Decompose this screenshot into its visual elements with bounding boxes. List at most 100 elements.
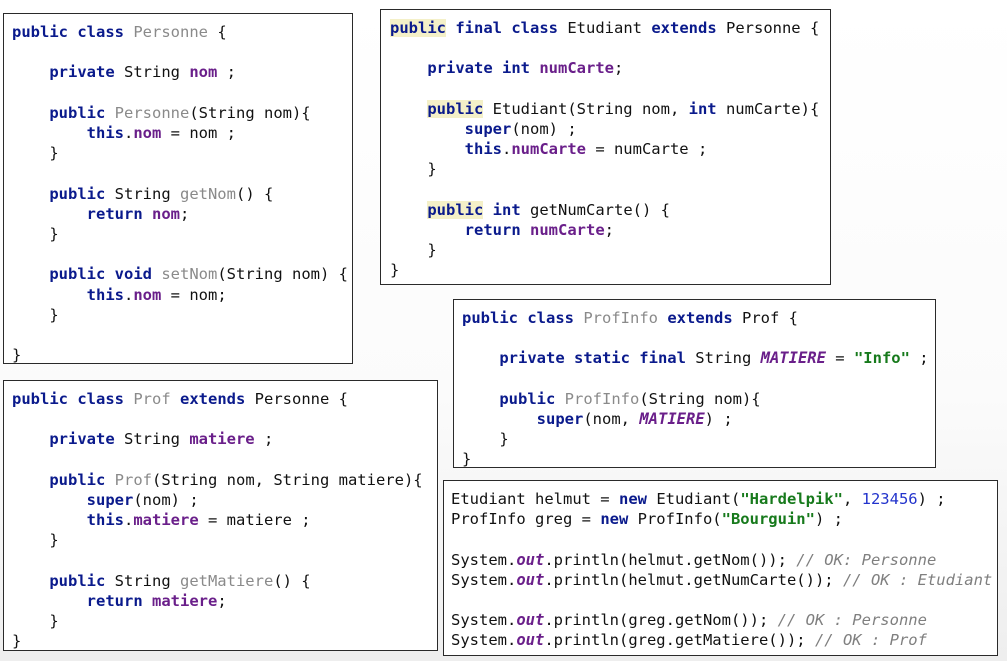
code-token: Etudiant bbox=[558, 19, 652, 37]
code-token: return bbox=[86, 204, 143, 223]
code-token: public class bbox=[462, 309, 574, 327]
code-token: final class bbox=[455, 19, 558, 37]
code-line: this.nom = nom; bbox=[12, 286, 227, 304]
code-token: return bbox=[464, 221, 521, 240]
code-line: private int numCarte; bbox=[390, 59, 623, 77]
code-token: this bbox=[464, 140, 502, 159]
code-line: } bbox=[390, 241, 437, 260]
code-panel-main: Etudiant helmut = new Etudiant("Hardelpi… bbox=[443, 480, 998, 656]
code-token: public bbox=[390, 19, 446, 37]
code-main: Etudiant helmut = new Etudiant("Hardelpi… bbox=[451, 489, 997, 651]
code-token: numCarte bbox=[511, 140, 586, 159]
code-token: String bbox=[114, 430, 190, 449]
code-token: = nom ; bbox=[161, 124, 236, 143]
code-token: ; bbox=[180, 204, 190, 223]
code-token: .println(greg.getNom()); bbox=[544, 611, 778, 630]
code-token: "Hardelpik" bbox=[740, 490, 843, 508]
code-prof: public class Prof extends Personne { pri… bbox=[12, 389, 437, 652]
code-token: ) ; bbox=[814, 510, 843, 529]
code-token: . bbox=[501, 140, 512, 159]
code-token: . bbox=[123, 124, 134, 143]
code-line: } bbox=[12, 305, 59, 324]
code-line: this.numCarte = numCarte ; bbox=[390, 140, 708, 159]
code-token: System. bbox=[451, 570, 517, 589]
code-line: return nom; bbox=[12, 204, 190, 223]
code-token: extends bbox=[667, 309, 733, 327]
code-token: (String nom, String matiere){ bbox=[152, 470, 423, 489]
code-token: () { bbox=[273, 571, 311, 590]
code-token: ProfInfo bbox=[583, 309, 658, 327]
code-line: return matiere; bbox=[12, 592, 227, 610]
code-line: private String matiere ; bbox=[12, 430, 273, 448]
code-line: } bbox=[12, 144, 58, 162]
code-token: = nom; bbox=[161, 285, 227, 304]
code-line: public class Prof extends Personne { bbox=[12, 390, 348, 408]
code-token: (String nom) { bbox=[217, 265, 348, 284]
code-token: ; bbox=[613, 59, 624, 78]
code-token: out bbox=[516, 570, 545, 589]
code-line: super(nom) ; bbox=[390, 120, 577, 138]
code-token: ) ; bbox=[704, 410, 733, 429]
code-token: getNumCarte() { bbox=[520, 200, 670, 219]
code-token: } bbox=[390, 160, 437, 179]
code-token: // OK : Prof bbox=[814, 631, 927, 650]
code-token: Etudiant( bbox=[646, 490, 741, 508]
code-token: matiere bbox=[189, 430, 255, 449]
code-token: super bbox=[464, 120, 512, 139]
code-token: 123456 bbox=[861, 490, 918, 508]
code-token: (nom, bbox=[583, 410, 640, 429]
code-token: ProfInfo greg = bbox=[451, 510, 601, 529]
code-token: public bbox=[49, 103, 106, 122]
code-token: public bbox=[499, 389, 556, 408]
code-token: } bbox=[390, 241, 437, 260]
code-token: = numCarte ; bbox=[585, 140, 708, 159]
code-token: setNom bbox=[161, 265, 218, 284]
code-token: MATIERE bbox=[760, 349, 826, 368]
code-line: public String getNom() { bbox=[12, 185, 273, 203]
code-token: . bbox=[123, 285, 134, 304]
code-token: public bbox=[49, 184, 106, 203]
code-profinfo: public class ProfInfo extends Prof { pri… bbox=[462, 308, 935, 470]
code-token: } bbox=[12, 305, 59, 324]
code-line: ProfInfo greg = new ProfInfo("Bourguin")… bbox=[451, 510, 843, 528]
code-token: Personne bbox=[114, 103, 190, 122]
code-token: nom bbox=[133, 124, 162, 143]
code-token: nom bbox=[189, 63, 218, 82]
code-line: public Prof(String nom, String matiere){ bbox=[12, 470, 423, 489]
code-line: public Personne(String nom){ bbox=[12, 103, 310, 122]
code-line: return numCarte; bbox=[390, 221, 614, 239]
code-line: } bbox=[390, 261, 399, 279]
code-token: MATIERE bbox=[639, 410, 705, 429]
code-line: } bbox=[390, 160, 437, 179]
code-token: int bbox=[688, 99, 717, 118]
code-token: public bbox=[427, 99, 484, 118]
code-token: public class bbox=[12, 390, 124, 408]
code-token: } bbox=[462, 430, 509, 449]
code-token: System. bbox=[451, 611, 517, 630]
code-panel-profinfo: public class ProfInfo extends Prof { pri… bbox=[453, 299, 936, 468]
code-token: ) ; bbox=[917, 490, 946, 508]
code-line: System.out.println(greg.getMatiere()); /… bbox=[451, 631, 927, 649]
code-line: } bbox=[12, 531, 58, 549]
code-line: this.matiere = matiere ; bbox=[12, 511, 311, 529]
code-token: numCarte bbox=[539, 59, 614, 78]
code-token: .println(helmut.getNom()); bbox=[544, 550, 797, 569]
code-token: String bbox=[105, 184, 180, 203]
code-token: return bbox=[86, 592, 143, 611]
